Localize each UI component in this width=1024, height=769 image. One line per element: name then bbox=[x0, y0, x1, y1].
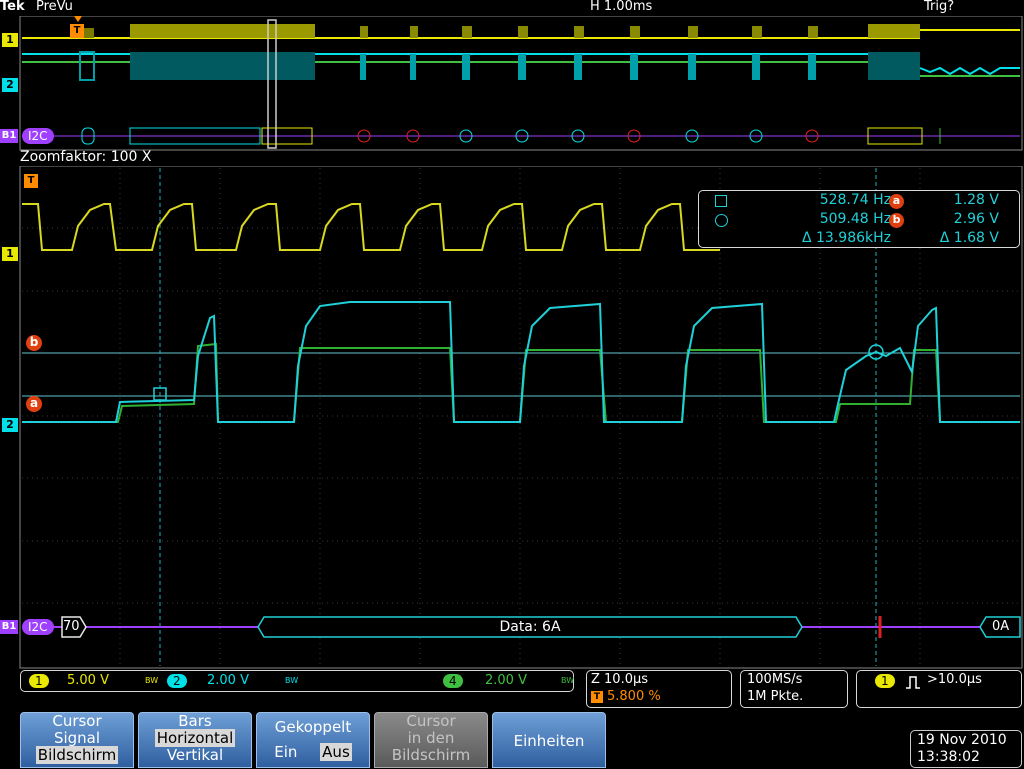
pulse-width-icon bbox=[906, 676, 920, 689]
datetime-panel: 19 Nov 2010 13:38:02 bbox=[910, 730, 1022, 768]
zoom-position-value[interactable]: 5.800 % bbox=[607, 689, 661, 704]
circle-cursor-icon bbox=[715, 214, 728, 227]
main-trigger-marker: T bbox=[24, 174, 38, 188]
time-value: 13:38:02 bbox=[917, 749, 980, 765]
ch2-badge[interactable]: 2 bbox=[167, 674, 187, 688]
cursor-button-title: Cursor bbox=[52, 712, 102, 730]
vertical-settings-panel[interactable]: 1 5.00 V BW 2 2.00 V BW 4 2.00 V BW bbox=[20, 670, 574, 692]
cursor-screen-line2: in den bbox=[407, 729, 455, 747]
volt-b-value: 2.96 V bbox=[953, 211, 999, 227]
trigger-condition-value: >10.0μs bbox=[927, 672, 982, 687]
overview-trigger-marker: T bbox=[70, 24, 84, 38]
main-bus-marker[interactable]: B1 bbox=[0, 620, 18, 634]
readout-b-badge: b bbox=[889, 213, 904, 228]
freq-square-value: 528.74 Hz bbox=[819, 192, 891, 208]
main-bus-label: I2C bbox=[22, 619, 54, 635]
volt-a-value: 1.28 V bbox=[953, 192, 999, 208]
cursor-screen-line1: Cursor bbox=[406, 712, 456, 730]
cursor-option-screen: Bildschirm bbox=[35, 746, 119, 764]
ch1-scale-value[interactable]: 5.00 V bbox=[67, 673, 109, 688]
overview-ch1-trace bbox=[22, 24, 1020, 39]
bars-option-horizontal: Horizontal bbox=[154, 729, 236, 747]
coupled-option-off: Aus bbox=[320, 743, 352, 761]
coupled-button[interactable]: Gekoppelt Ein Aus bbox=[256, 712, 370, 768]
status-bar: Tek PreVu H 1.00ms Trig? bbox=[0, 0, 1024, 16]
overview-bus-marker[interactable]: B1 bbox=[0, 129, 18, 143]
sample-rate-value: 100MS/s bbox=[747, 672, 803, 687]
zoom-factor-label: Zoomfaktor: 100 X bbox=[20, 149, 152, 165]
ch4-bw-limit-icon: BW bbox=[561, 676, 575, 685]
coupled-option-on: Ein bbox=[274, 743, 298, 761]
trigger-position-icon: T bbox=[591, 691, 603, 703]
trigger-panel[interactable]: 1 >10.0μs bbox=[856, 670, 1022, 708]
cursor-readout-panel: 528.74 Hz 509.48 Hz Δ 13.986kHz a b 1.28… bbox=[698, 190, 1020, 248]
overview-ch2-marker[interactable]: 2 bbox=[2, 78, 18, 92]
bus-end-value: 0A bbox=[992, 619, 1010, 634]
coupled-button-title: Gekoppelt bbox=[274, 718, 352, 736]
bus-address-value: 70 bbox=[63, 619, 80, 634]
units-button-label: Einheiten bbox=[513, 732, 585, 750]
ch4-scale-value[interactable]: 2.00 V bbox=[485, 673, 527, 688]
units-button[interactable]: Einheiten bbox=[492, 712, 606, 768]
bars-button-title: Bars bbox=[178, 712, 212, 730]
bars-option-vertical: Vertikal bbox=[166, 746, 224, 764]
cursor-b-marker[interactable]: b bbox=[26, 335, 42, 351]
trigger-source-badge[interactable]: 1 bbox=[875, 674, 895, 688]
cursor-a-marker[interactable]: a bbox=[26, 396, 42, 412]
ch4-badge[interactable]: 4 bbox=[443, 674, 463, 688]
bars-button[interactable]: Bars Horizontal Vertikal bbox=[138, 712, 252, 768]
bus-data-value: Data: 6A bbox=[499, 619, 561, 635]
square-cursor-icon bbox=[715, 195, 727, 207]
zoom-scale-value[interactable]: Z 10.0μs bbox=[591, 672, 648, 687]
overview-waveform-window bbox=[19, 16, 1023, 151]
main-ch2-marker[interactable]: 2 bbox=[2, 418, 18, 432]
cursor-to-screen-button[interactable]: Cursor in den Bildschirm bbox=[374, 712, 488, 768]
ch1-bw-limit-icon: BW bbox=[145, 676, 159, 685]
trigger-state: Trig? bbox=[924, 0, 955, 14]
acquisition-panel[interactable]: 100MS/s 1M Pkte. bbox=[740, 670, 848, 708]
overview-bus-label: I2C bbox=[22, 128, 54, 144]
overview-ch2-trace bbox=[22, 51, 1020, 81]
overview-ch1-marker[interactable]: 1 bbox=[2, 33, 18, 47]
acquisition-mode: PreVu bbox=[36, 0, 73, 14]
ch2-bw-limit-icon: BW bbox=[285, 676, 299, 685]
ch1-badge[interactable]: 1 bbox=[29, 674, 49, 688]
freq-delta-value: Δ 13.986kHz bbox=[802, 230, 891, 246]
freq-circle-value: 509.48 Hz bbox=[819, 211, 891, 227]
brand-label: Tek bbox=[0, 0, 25, 14]
volt-delta-value: Δ 1.68 V bbox=[939, 230, 999, 246]
ch2-scale-value[interactable]: 2.00 V bbox=[207, 673, 249, 688]
horizontal-scale: H 1.00ms bbox=[590, 0, 653, 14]
cursor-screen-line3: Bildschirm bbox=[391, 746, 471, 764]
readout-a-badge: a bbox=[889, 194, 904, 209]
zoom-settings-panel[interactable]: Z 10.0μs T 5.800 % bbox=[586, 670, 732, 708]
main-ch1-marker[interactable]: 1 bbox=[2, 247, 18, 261]
cursor-option-signal: Signal bbox=[53, 729, 101, 747]
date-value: 19 Nov 2010 bbox=[917, 732, 1007, 748]
cursor-signal-button[interactable]: Cursor Signal Bildschirm bbox=[20, 712, 134, 768]
record-length-value: 1M Pkte. bbox=[747, 689, 804, 704]
